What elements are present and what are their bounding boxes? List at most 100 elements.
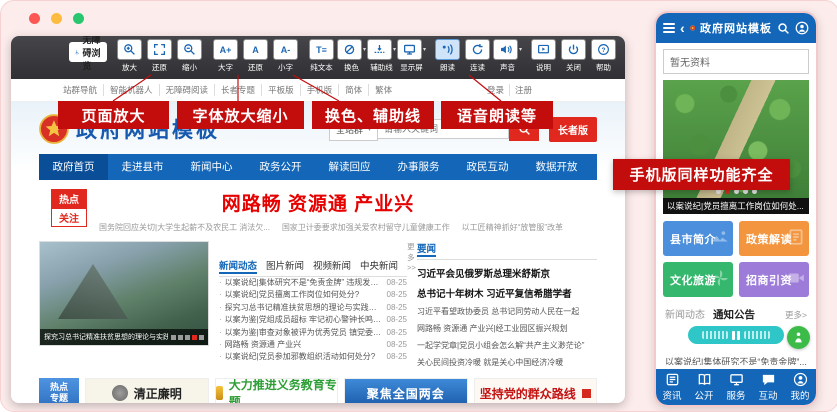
utility-link-site-nav[interactable]: 站群导航 (57, 84, 103, 96)
search-icon[interactable] (777, 22, 790, 35)
recolor-button[interactable]: ▾ 换色 (338, 39, 365, 73)
mobile-nav-profile[interactable]: 我的 (784, 369, 816, 405)
banner-mass-line[interactable]: 坚持党的群众路线 (474, 378, 598, 403)
utility-link-elder-topic[interactable]: 长者专题 (214, 84, 261, 96)
utility-link-accessible-reading[interactable]: 无障碍阅读 (159, 84, 215, 96)
font-size-group: A+ 大字 A 还原 A- 小字 (212, 39, 299, 73)
back-chevron-icon[interactable]: ‹ (680, 21, 685, 35)
photo-carousel[interactable]: 探究习总书记精准扶贫思想的理论与实践基础 (39, 241, 209, 346)
banner-two-sessions[interactable]: 聚焦全国两会 (344, 378, 468, 403)
instructions-button[interactable]: 说明 (530, 39, 557, 73)
guide-line-button[interactable]: ▾ 辅助线 (368, 39, 395, 73)
page-zoom-out-button[interactable]: 缩小 (176, 39, 203, 73)
national-emblem-icon (690, 20, 695, 36)
tab-video-news[interactable]: 视频新闻 (313, 258, 351, 272)
read-aloud-button[interactable]: 朗读 (434, 39, 461, 73)
sound-button[interactable]: ▾ 声音 (494, 39, 521, 73)
help-button[interactable]: ? 帮助 (590, 39, 617, 73)
utility-link-mobile-version[interactable]: 手机版 (300, 84, 339, 96)
tab-news-updates[interactable]: 新闻动态 (219, 258, 257, 272)
important-news-item[interactable]: 习近平看望政协委员 总书记同劳动人民在一起 (417, 306, 597, 317)
close-window-dot[interactable] (29, 13, 40, 24)
news-list-item[interactable]: 网路畅 资源通 产业兴08-25 (219, 339, 407, 351)
important-news-item[interactable]: 一起学党章|党员小组会怎么解“共产主义渺茫论” (417, 340, 597, 351)
ticker-item[interactable]: 国家卫计委要求加强关爱农村留守儿童健康工作 (282, 222, 450, 233)
news-list-item[interactable]: 以案为鉴|党组成员超标 牢记初心警钟长鸣问责08-25 (219, 314, 407, 326)
important-news-headline[interactable]: 总书记十年树木 习近平复信希腊学者 (417, 286, 597, 300)
utility-link-tablet-version[interactable]: 平板版 (261, 84, 300, 96)
important-news-item[interactable]: 关心民间投资冷暖 就是关心中国经济冷暖 (417, 357, 597, 368)
tile-policy-interpretation[interactable]: 政策解读 (739, 221, 809, 256)
tile-county-intro[interactable]: 县市简介 (663, 221, 733, 256)
tile-culture-tourism[interactable]: 文化旅游 (663, 262, 733, 297)
ticker-item[interactable]: 以工匠精神抓好“放管服”改革 (462, 222, 563, 233)
carousel-dot[interactable] (185, 335, 190, 340)
carousel-dot[interactable] (178, 335, 183, 340)
nav-item-interaction[interactable]: 政民互动 (453, 154, 522, 180)
news-list-item[interactable]: 以案为鉴|审查对象被评为优秀党员 镇党委5人被问责08-25 (219, 327, 407, 339)
mobile-nav-disclosure[interactable]: 公开 (688, 369, 720, 405)
user-icon[interactable] (795, 21, 809, 35)
elder-version-button[interactable]: 长者版 (549, 117, 597, 142)
tab-important-news[interactable]: 要闻 (417, 241, 436, 255)
nav-item-interpretation[interactable]: 解读回应 (315, 154, 384, 180)
content-columns: 探究习总书记精准扶贫思想的理论与实践基础 新闻动态 图片新闻 视频新闻 中央新闻… (39, 241, 597, 368)
font-larger-button[interactable]: A+ 大字 (212, 39, 239, 73)
important-news-item[interactable]: 网路畅 资源通 产业兴|经工业园区振兴规划 (417, 323, 597, 334)
nav-item-news-center[interactable]: 新闻中心 (177, 154, 246, 180)
carousel-dot[interactable] (199, 335, 204, 340)
mobile-nav-interaction[interactable]: 互动 (752, 369, 784, 405)
news-list-item[interactable]: 以案说纪|集体研究不是“免责金牌” 违规发放津贴被处...08-25 (219, 277, 407, 289)
minimize-window-dot[interactable] (51, 13, 62, 24)
nav-item-about-county[interactable]: 走进县市 (108, 154, 177, 180)
nav-item-services[interactable]: 办事服务 (384, 154, 453, 180)
pause-icon[interactable] (732, 331, 740, 340)
banner-education[interactable]: 大力推进义务教育专题 (215, 378, 339, 403)
banner-integrity[interactable]: 清正廉明 (85, 378, 209, 403)
utility-link-robot[interactable]: 智能机器人 (103, 84, 159, 96)
font-restore-button[interactable]: A 还原 (242, 39, 269, 73)
news-list-item[interactable]: 以案说纪|党员擅离工作岗位如何处分?08-25 (219, 289, 407, 301)
mobile-photo-caption[interactable]: 以案说纪|党员擅离工作岗位如何处... (663, 198, 809, 214)
mobile-tab-news[interactable]: 新闻动态 (665, 306, 705, 321)
mobile-nav-services[interactable]: 服务 (720, 369, 752, 405)
carousel-dot[interactable] (171, 335, 176, 340)
register-link[interactable]: 注册 (510, 84, 537, 96)
ticker-item[interactable]: 国务院回应关切|大学生起薪不及农民工 消法欠... (99, 222, 270, 233)
carousel-dot-active[interactable] (192, 335, 197, 340)
continuous-read-button[interactable]: 连读 (464, 39, 491, 73)
mobile-partial-list-item[interactable]: 以案说纪|集体研究不是“免责金牌”... (665, 355, 807, 365)
carousel-caption[interactable]: 探究习总书记精准扶贫思想的理论与实践基础 (44, 332, 168, 342)
nav-item-open-data[interactable]: 数据开放 (522, 154, 591, 180)
news-list-item[interactable]: 探究习总书记精准扶贫思想的理论与实践基础08-25 (219, 302, 407, 314)
plain-text-button[interactable]: T≡ 纯文本 (308, 39, 335, 73)
tab-photo-news[interactable]: 图片新闻 (266, 258, 304, 272)
important-news-headline[interactable]: 习近平会见俄罗斯总理米舒斯京 (417, 266, 597, 280)
login-link[interactable]: 登录 (482, 84, 510, 96)
mobile-tab-notice[interactable]: 通知公告 (713, 307, 755, 322)
screen-display-button[interactable]: ▾ 显示屏 (398, 39, 425, 73)
mobile-nav-news[interactable]: 资讯 (656, 369, 688, 405)
sign-language-button[interactable] (787, 326, 810, 349)
font-minus-icon: A- (273, 39, 298, 60)
audio-player[interactable] (688, 326, 784, 344)
page-zoom-restore-button[interactable]: 还原 (146, 39, 173, 73)
mobile-more-link[interactable]: 更多> (785, 309, 807, 321)
headline-link[interactable]: 网路畅 资源通 产业兴 (39, 189, 597, 216)
close-toolbar-button[interactable]: 关闭 (560, 39, 587, 73)
accessibility-mode-button[interactable]: 无障碍浏览 (69, 42, 107, 62)
hamburger-menu-icon[interactable] (663, 23, 675, 33)
waveform-icon (744, 331, 770, 339)
utility-link-simplified[interactable]: 简体 (338, 84, 368, 96)
tile-investment[interactable]: 招商引资 (739, 262, 809, 297)
font-smaller-button[interactable]: A- 小字 (272, 39, 299, 73)
tab-central-news[interactable]: 中央新闻 (360, 258, 398, 272)
font-plus-icon: A+ (213, 39, 238, 60)
news-more-link[interactable]: 更多>> (407, 241, 416, 272)
page-zoom-in-button[interactable]: 放大 (116, 39, 143, 73)
news-list-item[interactable]: 以案说纪|党员参加邪教组织活动如何处分?08-25 (219, 351, 407, 363)
maximize-window-dot[interactable] (73, 13, 84, 24)
nav-item-home[interactable]: 政府首页 (39, 154, 108, 180)
nav-item-gov-disclosure[interactable]: 政务公开 (246, 154, 315, 180)
utility-link-traditional[interactable]: 繁体 (368, 84, 398, 96)
